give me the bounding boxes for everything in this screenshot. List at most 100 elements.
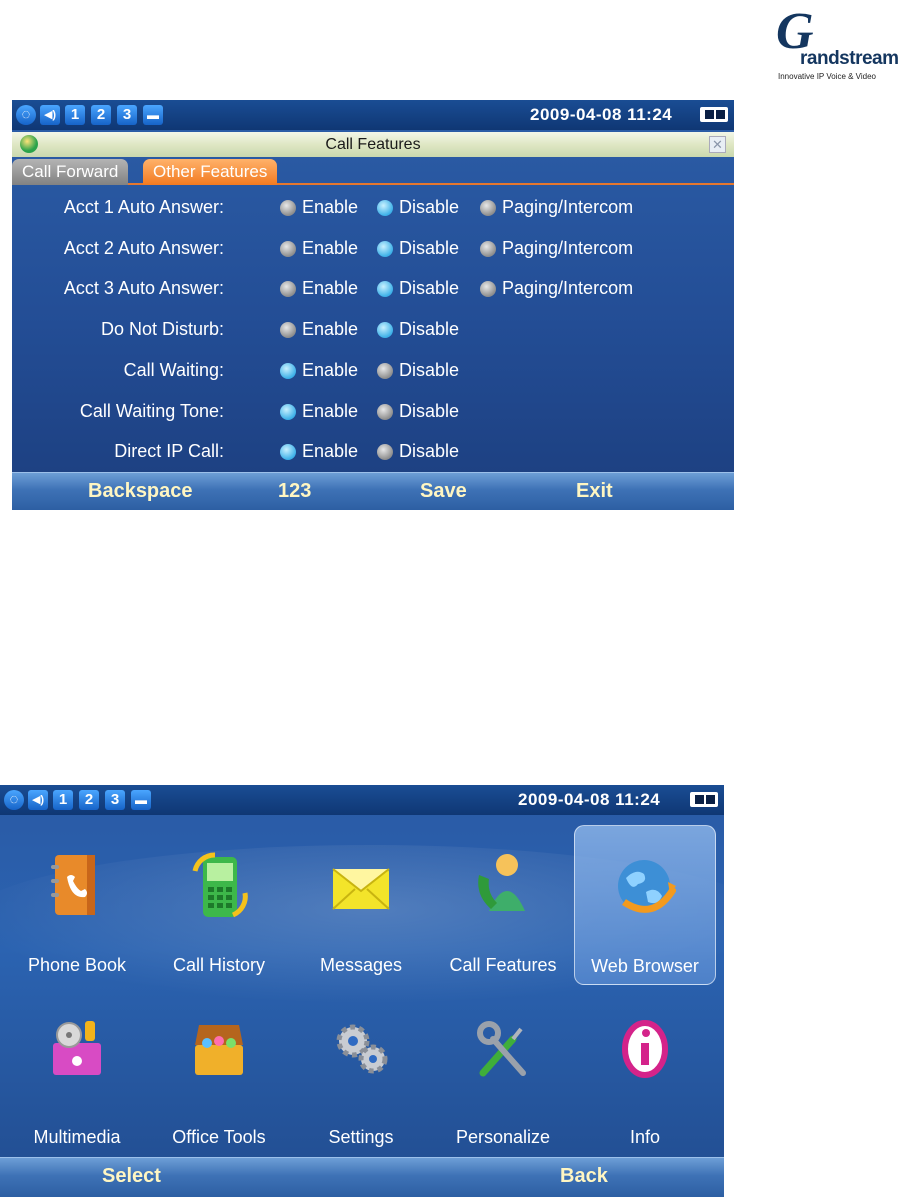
setting-row: Call Waiting: Enable Disable xyxy=(12,353,734,389)
radio-option-label: Enable xyxy=(302,197,359,217)
radio-option-enable[interactable]: Enable xyxy=(280,359,359,381)
radio-option-enable[interactable]: Enable xyxy=(280,401,358,422)
radio-button-icon[interactable] xyxy=(377,281,393,298)
softkey-bar: Select Back xyxy=(0,1157,724,1197)
home-menu-screen: ◌ ◀) 1 2 3 ▬ 2009-04-08 11:24 Phone Book xyxy=(0,785,724,1197)
line-key-2[interactable]: 2 xyxy=(79,790,99,810)
setting-row: Direct IP Call: Enable Disable xyxy=(12,434,734,470)
radio-option-label: Enable xyxy=(302,278,359,299)
tab-other-features[interactable]: Other Features xyxy=(143,159,278,185)
tab-call-forward[interactable]: Call Forward xyxy=(12,159,129,185)
radio-option-label: Enable xyxy=(302,359,359,380)
radio-option-enable[interactable]: Enable xyxy=(280,278,359,299)
menu-label: Web Browser xyxy=(591,956,699,976)
logo-tagline: Innovative IP Voice & Video xyxy=(778,72,876,81)
radio-button-icon[interactable] xyxy=(377,362,393,379)
close-icon[interactable]: ✕ xyxy=(709,136,726,153)
phone-book-icon xyxy=(51,855,95,915)
radio-option-paging-intercom[interactable]: Paging/Intercom xyxy=(480,197,634,218)
radio-button-icon[interactable] xyxy=(280,322,296,339)
menu-office-tools[interactable]: Office Tools xyxy=(148,987,290,1147)
logo-name: randstream xyxy=(800,48,899,69)
setting-row: Acct 3 Auto Answer: Enable Disable Paging/I… xyxy=(12,271,734,307)
radio-button-icon[interactable] xyxy=(377,444,393,461)
radio-button-icon[interactable] xyxy=(377,240,393,257)
battery-icon xyxy=(690,792,718,807)
toolbox-icon xyxy=(195,1025,243,1075)
menu-label: Call Features xyxy=(449,955,557,975)
select-softkey[interactable]: Select xyxy=(102,1165,161,1188)
setting-label: Direct IP Call: xyxy=(114,441,224,462)
status-bar: ◌ ◀) 1 2 3 ▬ 2009-04-08 11:24 xyxy=(0,785,724,815)
radio-option-disable[interactable]: Disable xyxy=(377,441,459,462)
menu-label: Info xyxy=(629,1127,661,1147)
menu-messages[interactable]: Messages xyxy=(290,825,432,985)
line-key-1[interactable]: 1 xyxy=(53,790,73,810)
menu-web-browser[interactable]: Web Browser xyxy=(574,825,716,985)
backspace-softkey[interactable]: Backspace xyxy=(88,480,193,503)
radio-button-icon[interactable] xyxy=(280,200,296,216)
tab-bar: Call Forward Other Features xyxy=(12,158,734,185)
exit-softkey[interactable]: Exit xyxy=(576,480,613,503)
radio-button-icon[interactable] xyxy=(480,200,496,216)
radio-option-label: Paging/Intercom xyxy=(502,197,634,217)
line-key-3[interactable]: 3 xyxy=(105,790,125,810)
message-indicator-icon: ▬ xyxy=(143,105,163,125)
info-icon xyxy=(622,1020,668,1078)
radio-option-label: Paging/Intercom xyxy=(502,237,634,258)
radio-button-icon[interactable] xyxy=(280,281,296,298)
setting-row: Call Waiting Tone: Enable Disable xyxy=(12,394,734,430)
menu-call-history[interactable]: Call History xyxy=(148,825,290,985)
menu-label: Phone Book xyxy=(27,955,127,975)
menu-phone-book[interactable]: Phone Book xyxy=(6,825,148,985)
wrench-screwdriver-icon xyxy=(477,1021,526,1077)
radio-button-icon[interactable] xyxy=(280,362,296,379)
call-history-icon xyxy=(192,852,248,918)
speaker-icon: ◀) xyxy=(28,790,48,810)
radio-option-paging-intercom[interactable]: Paging/Intercom xyxy=(480,278,633,299)
radio-button-icon[interactable] xyxy=(377,322,393,339)
radio-option-disable[interactable]: Disable xyxy=(377,238,459,259)
radio-option-disable[interactable]: Disable xyxy=(377,400,460,422)
radio-button-icon[interactable] xyxy=(377,200,393,216)
menu-label: Messages xyxy=(319,955,403,975)
menu-multimedia[interactable]: Multimedia xyxy=(6,987,148,1147)
radio-option-enable[interactable]: Enable xyxy=(280,197,359,218)
line-key-1[interactable]: 1 xyxy=(65,105,85,125)
network-status-icon: ◌ xyxy=(4,790,24,810)
radio-option-disable[interactable]: Disable xyxy=(377,197,459,218)
back-softkey[interactable]: Back xyxy=(560,1165,608,1188)
menu-personalize[interactable]: Personalize xyxy=(432,987,574,1147)
radio-option-disable[interactable]: Disable xyxy=(377,319,459,340)
network-status-icon: ◌ xyxy=(16,105,36,125)
menu-info[interactable]: Info xyxy=(574,987,716,1147)
radio-button-icon[interactable] xyxy=(280,444,296,461)
radio-option-enable[interactable]: Enable xyxy=(280,319,359,340)
radio-button-icon[interactable] xyxy=(480,240,496,257)
globe-icon xyxy=(618,860,676,913)
save-softkey[interactable]: Save xyxy=(420,480,467,503)
radio-option-disable[interactable]: Disable xyxy=(377,278,459,299)
radio-option-label: Enable xyxy=(302,319,359,340)
message-indicator-icon: ▬ xyxy=(131,790,151,810)
radio-option-paging-intercom[interactable]: Paging/Intercom xyxy=(480,237,634,259)
status-datetime: 2009-04-08 11:24 xyxy=(518,790,661,809)
menu-call-features[interactable]: Call Features xyxy=(432,825,574,985)
line-key-3[interactable]: 3 xyxy=(117,105,137,125)
status-bar: ◌ ◀) 1 2 3 ▬ 2009-04-08 11:24 xyxy=(12,100,734,130)
setting-label: Acct 3 Auto Answer: xyxy=(63,278,224,299)
radio-button-icon[interactable] xyxy=(280,403,296,420)
radio-option-enable[interactable]: Enable xyxy=(280,238,358,259)
page-title: Call Features xyxy=(325,136,421,153)
radio-button-icon[interactable] xyxy=(377,403,393,420)
radio-option-disable[interactable]: Disable xyxy=(377,360,459,381)
radio-button-icon[interactable] xyxy=(480,281,496,298)
radio-button-icon[interactable] xyxy=(280,240,296,257)
radio-option-enable[interactable]: Enable xyxy=(280,441,358,462)
line-key-2[interactable]: 2 xyxy=(91,105,111,125)
menu-settings[interactable]: Settings xyxy=(290,987,432,1147)
input-mode-softkey[interactable]: 123 xyxy=(278,480,311,503)
radio-option-label: Disable xyxy=(399,400,460,421)
call-features-icon xyxy=(478,854,525,911)
setting-label: Do Not Disturb: xyxy=(100,319,224,340)
